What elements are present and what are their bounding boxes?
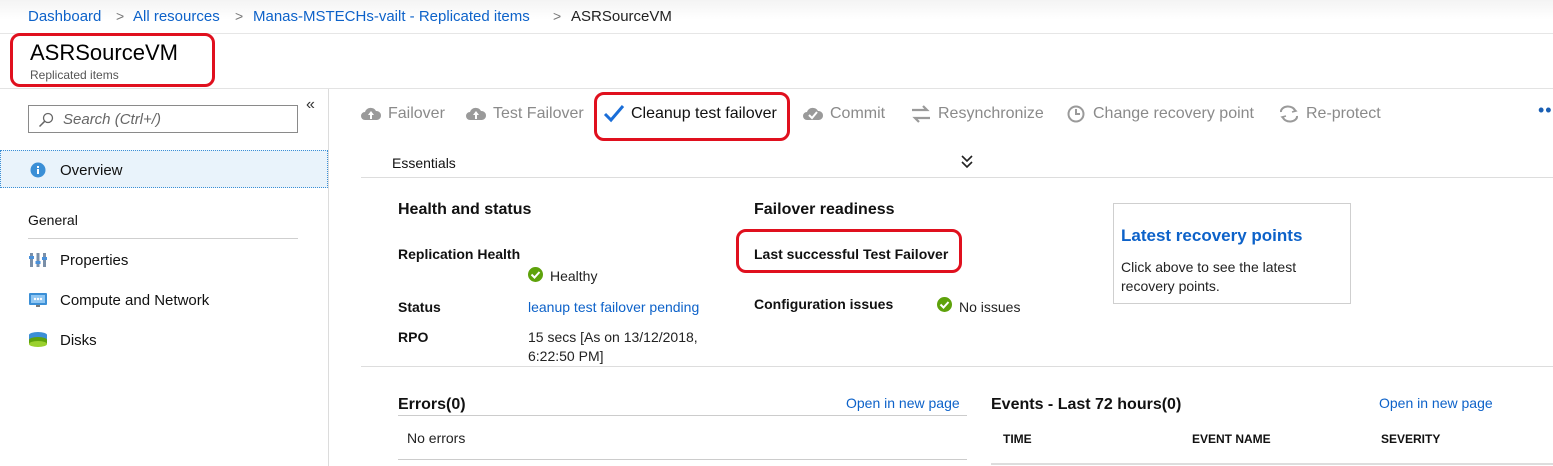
test-failover-label: Test Failover [493, 105, 584, 122]
events-divider [991, 463, 1553, 465]
recovery-points-description: Click above to see the latest recovery p… [1121, 259, 1297, 294]
section-divider [361, 366, 1553, 367]
change-recovery-point-button[interactable]: Change recovery point [1065, 103, 1254, 125]
failover-readiness-heading: Failover readiness [754, 201, 895, 218]
breadcrumb-replicated-items[interactable]: Manas-MSTECHs-vailt - Replicated items [253, 8, 530, 25]
events-column-severity[interactable]: SEVERITY [1381, 432, 1440, 446]
last-test-failover-highlight [736, 229, 962, 273]
re-protect-label: Re-protect [1306, 105, 1381, 122]
errors-divider [398, 459, 967, 460]
collapse-sidebar-button[interactable]: « [306, 96, 315, 114]
sidebar-item-overview[interactable]: Overview [0, 150, 328, 188]
history-icon [1067, 105, 1085, 123]
latest-recovery-points-link[interactable]: Latest recovery points [1121, 226, 1302, 246]
rpo-value-line2: 6:22:50 PM] [528, 348, 604, 364]
essentials-bar [361, 148, 1553, 178]
events-open-new-page-link[interactable]: Open in new page [1379, 395, 1493, 411]
breadcrumb-dashboard[interactable]: Dashboard [28, 8, 101, 25]
failover-button[interactable]: Failover [360, 103, 445, 125]
events-column-event-name[interactable]: EVENT NAME [1192, 432, 1271, 446]
errors-open-new-page-link[interactable]: Open in new page [846, 395, 960, 411]
commit-label: Commit [830, 105, 886, 122]
failover-label: Failover [388, 105, 445, 122]
errors-heading: Errors(0) [398, 396, 466, 413]
more-actions-button[interactable]: ••• [1538, 100, 1553, 121]
section-header-general: General [28, 212, 78, 228]
chevron-down-icon[interactable] [960, 154, 974, 173]
breadcrumb-current: ASRSourceVM [571, 8, 672, 25]
cloud-test-failover-icon [466, 107, 487, 120]
events-heading: Events - Last 72 hours(0) [991, 396, 1182, 413]
breadcrumb-separator: > [553, 8, 562, 24]
health-status-heading: Health and status [398, 201, 532, 218]
sidebar-item-label: Properties [60, 252, 129, 269]
resynchronize-button[interactable]: Resynchronize [910, 103, 1044, 125]
section-divider [28, 238, 298, 239]
rpo-value-line1: 15 secs [As on 13/12/2018, [528, 329, 698, 345]
configuration-issues-label: Configuration issues [754, 296, 894, 312]
search-input[interactable] [63, 109, 291, 129]
events-column-time[interactable]: TIME [1003, 432, 1032, 446]
change-recovery-point-label: Change recovery point [1093, 105, 1254, 122]
disks-icon [29, 332, 47, 347]
commit-button[interactable]: Commit [802, 103, 885, 125]
properties-icon [29, 253, 47, 267]
network-icon [29, 293, 47, 307]
breadcrumb: Dashboard > All resources > Manas-MSTECH… [0, 0, 1553, 34]
cleanup-highlight [594, 92, 790, 141]
replication-health-label: Replication Health [398, 246, 521, 262]
sidebar-item-label: Disks [60, 332, 97, 349]
breadcrumb-separator: > [235, 8, 244, 24]
no-issues-check-icon [937, 297, 952, 312]
search-box[interactable] [28, 105, 298, 133]
breadcrumb-separator: > [116, 8, 125, 24]
essentials-toggle-icon [961, 155, 973, 169]
status-link[interactable]: leanup test failover pending [528, 299, 699, 315]
replication-health-value: Healthy [550, 268, 598, 284]
healthy-check-icon [528, 267, 543, 282]
title-highlight [10, 33, 215, 87]
sidebar-item-label: Overview [60, 162, 123, 179]
configuration-issues-value: No issues [959, 299, 1021, 315]
search-icon [38, 112, 54, 128]
cloud-failover-icon [361, 107, 382, 120]
resync-icon [912, 105, 930, 123]
breadcrumb-all-resources[interactable]: All resources [133, 8, 220, 25]
cloud-commit-icon [803, 107, 824, 120]
rpo-label: RPO [398, 329, 429, 345]
errors-empty-text: No errors [407, 430, 466, 446]
essentials-label: Essentials [392, 155, 456, 171]
sidebar-item-label: Compute and Network [60, 292, 210, 309]
sidebar-divider [328, 89, 329, 466]
resynchronize-label: Resynchronize [938, 105, 1044, 122]
status-label: Status [398, 299, 441, 315]
test-failover-button[interactable]: Test Failover [465, 103, 584, 125]
errors-divider [398, 415, 967, 416]
info-icon [30, 162, 46, 178]
re-protect-button[interactable]: Re-protect [1278, 103, 1381, 125]
reprotect-icon [1280, 105, 1298, 123]
header-divider [0, 88, 1553, 89]
